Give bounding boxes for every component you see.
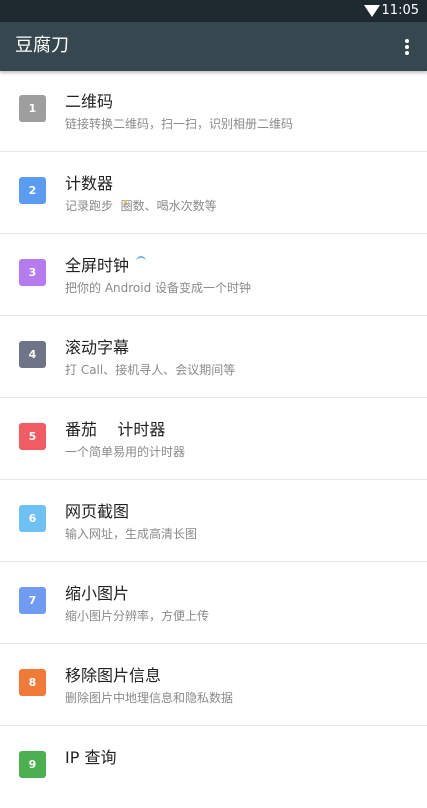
- item-number-badge: 2: [19, 177, 46, 204]
- list-item-fullscreen-clock[interactable]: 3 全屏时钟 把你的 Android 设备变成一个时钟: [0, 235, 427, 316]
- item-description: 记录跑步 圈数、喝水次数等: [65, 199, 217, 213]
- wifi-icon: [364, 5, 380, 17]
- item-number-badge: 7: [19, 587, 46, 614]
- item-number-badge: 9: [19, 751, 46, 778]
- item-title: 滚动字幕: [65, 338, 130, 357]
- item-number-badge: 4: [19, 341, 46, 368]
- item-title: 番茄 计时器: [65, 420, 166, 439]
- item-number-badge: 5: [19, 423, 46, 450]
- item-description: 把你的 Android 设备变成一个时钟: [65, 281, 252, 295]
- status-time: 11:05: [381, 3, 419, 18]
- list-item-scrolling-text[interactable]: 4 滚动字幕 打 Call、接机寻人、会议期间等: [0, 317, 427, 398]
- item-number-badge: 6: [19, 505, 46, 532]
- item-title: 缩小图片: [65, 584, 130, 603]
- item-description: 打 Call、接机寻人、会议期间等: [65, 363, 236, 377]
- status-bar: 11:05: [0, 0, 427, 22]
- item-description: 链接转换二维码，扫一扫，识别相册二维码: [65, 117, 294, 131]
- item-title: 全屏时钟: [65, 256, 130, 275]
- decor-dot: [124, 200, 127, 203]
- item-description: 删除图片中地理信息和隐私数据: [65, 691, 234, 705]
- list-item-qrcode[interactable]: 1 二维码 链接转换二维码，扫一扫，识别相册二维码: [0, 71, 427, 152]
- more-options-icon[interactable]: [397, 36, 417, 58]
- list-item-pomodoro[interactable]: 5 番茄 计时器 一个简单易用的计时器: [0, 399, 427, 480]
- list-item-shrink-image[interactable]: 7 缩小图片 缩小图片分辨率，方便上传: [0, 563, 427, 644]
- item-description: 输入网址，生成高清长图: [65, 527, 198, 541]
- item-number-badge: 8: [19, 669, 46, 696]
- item-title: IP 查询: [65, 748, 117, 767]
- item-number-badge: 1: [19, 95, 46, 122]
- item-title: 网页截图: [65, 502, 130, 521]
- item-number-badge: 3: [19, 259, 46, 286]
- item-title: 移除图片信息: [65, 666, 162, 685]
- app-bar: 豆腐刀: [0, 22, 427, 71]
- list-item-remove-image-info[interactable]: 8 移除图片信息 删除图片中地理信息和隐私数据: [0, 645, 427, 726]
- list-item-web-screenshot[interactable]: 6 网页截图 输入网址，生成高清长图: [0, 481, 427, 562]
- item-title: 计数器: [65, 174, 114, 193]
- item-title: 二维码: [65, 92, 114, 111]
- list-item-counter[interactable]: 2 计数器 记录跑步 圈数、喝水次数等: [0, 153, 427, 234]
- item-description: 缩小图片分辨率，方便上传: [65, 609, 210, 623]
- list-item-ip-lookup[interactable]: 9 IP 查询: [0, 727, 427, 808]
- decor-arc: [136, 256, 146, 263]
- item-description: 一个简单易用的计时器: [65, 445, 186, 459]
- app-title: 豆腐刀: [15, 35, 69, 56]
